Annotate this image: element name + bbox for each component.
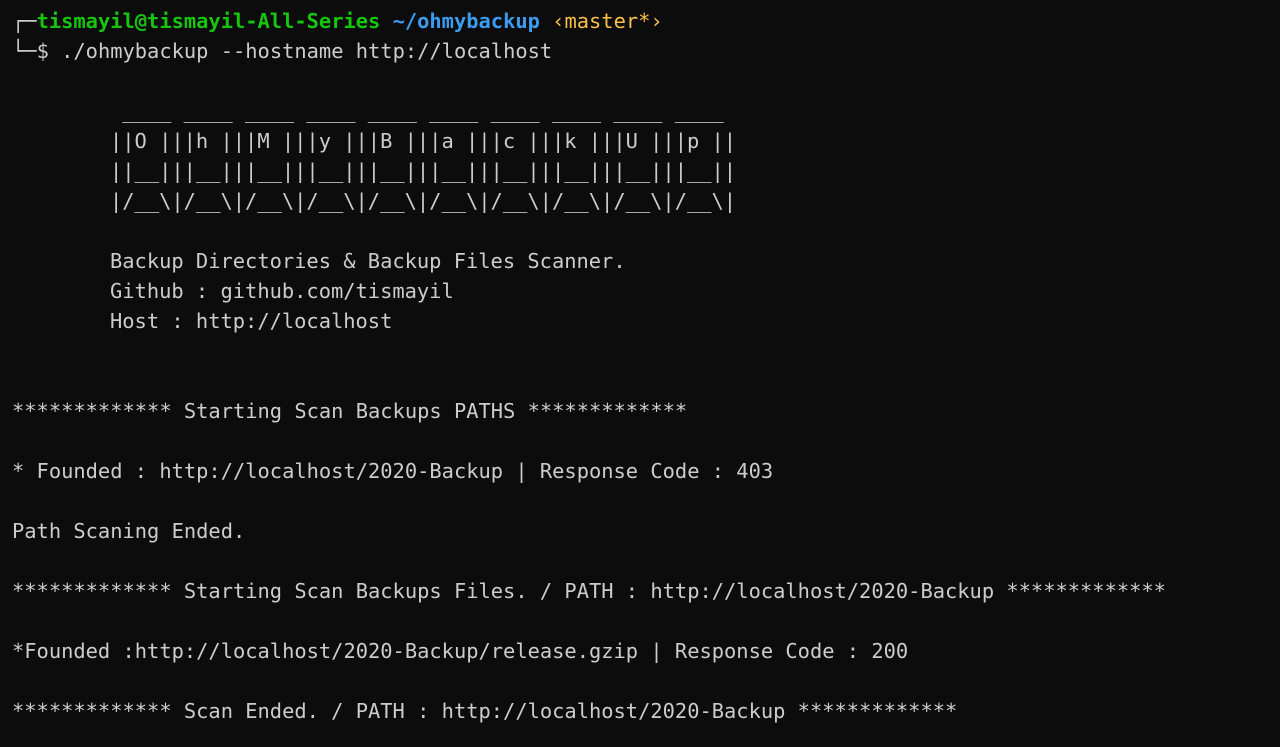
output-found-file: *Founded :http://localhost/2020-Backup/r… <box>12 639 909 663</box>
prompt-user-host: tismayil@tismayil-All-Series <box>36 9 381 33</box>
banner-art-line-1: ____ ____ ____ ____ ____ ____ ____ ____ … <box>110 99 737 123</box>
terminal-window[interactable]: ┌─tismayil@tismayil-All-Series ~/ohmybac… <box>0 0 1280 747</box>
banner-description: Backup Directories & Backup Files Scanne… <box>110 249 626 273</box>
prompt-frame-bottom: └─ <box>12 39 37 63</box>
output-scan-ended: ************* Scan Ended. / PATH : http:… <box>12 699 958 723</box>
prompt-frame-top: ┌─ <box>12 9 37 33</box>
banner-art-line-3: ||__|||__|||__|||__|||__|||__|||__|||__|… <box>110 159 737 183</box>
banner-host: Host : http://localhost <box>110 309 393 333</box>
command-text: ./ohmybackup --hostname http://localhost <box>61 39 553 63</box>
output-start-files: ************* Starting Scan Backups File… <box>12 579 1166 603</box>
prompt-line: ┌─tismayil@tismayil-All-Series ~/ohmybac… <box>12 6 1280 36</box>
prompt-symbol: $ <box>36 39 49 63</box>
command-line[interactable]: └─$ ./ohmybackup --hostname http://local… <box>12 36 1280 66</box>
banner-art-line-4: |/__\|/__\|/__\|/__\|/__\|/__\|/__\|/__\… <box>110 189 737 213</box>
banner-github: Github : github.com/tismayil <box>110 279 454 303</box>
output-start-paths: ************* Starting Scan Backups PATH… <box>12 399 688 423</box>
output-path-ended: Path Scaning Ended. <box>12 519 246 543</box>
banner-art-line-2: ||O |||h |||M |||y |||B |||a |||c |||k |… <box>110 129 737 153</box>
prompt-cwd: ~/ohmybackup <box>392 9 540 33</box>
output-found-path: * Founded : http://localhost/2020-Backup… <box>12 459 774 483</box>
prompt-git-branch: ‹master*› <box>552 9 663 33</box>
